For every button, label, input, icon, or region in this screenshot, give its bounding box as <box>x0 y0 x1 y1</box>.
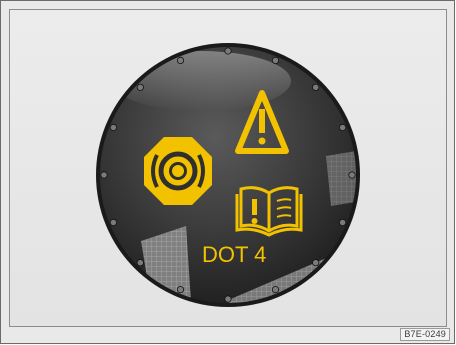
rivet <box>136 83 144 91</box>
rivet <box>176 285 185 294</box>
rivet <box>312 259 320 267</box>
rivet <box>312 83 320 91</box>
rivet <box>271 285 280 294</box>
rivet <box>224 295 232 303</box>
fluid-spec-label: DOT 4 <box>202 242 266 267</box>
rivet <box>176 56 185 65</box>
rivet <box>338 218 347 227</box>
brake-fluid-cap: DOT 4 <box>96 43 360 307</box>
rivet <box>271 56 280 65</box>
rivet <box>109 123 118 132</box>
figure: DOT 4 B7E-0249 <box>0 0 455 344</box>
rivet <box>100 171 108 179</box>
figure-code: B7E-0249 <box>400 328 450 341</box>
rivet <box>338 123 347 132</box>
rivet <box>136 259 144 267</box>
brake-warning-icon <box>144 137 212 205</box>
rivet <box>348 171 356 179</box>
rivet <box>109 218 118 227</box>
rivet <box>224 47 232 55</box>
